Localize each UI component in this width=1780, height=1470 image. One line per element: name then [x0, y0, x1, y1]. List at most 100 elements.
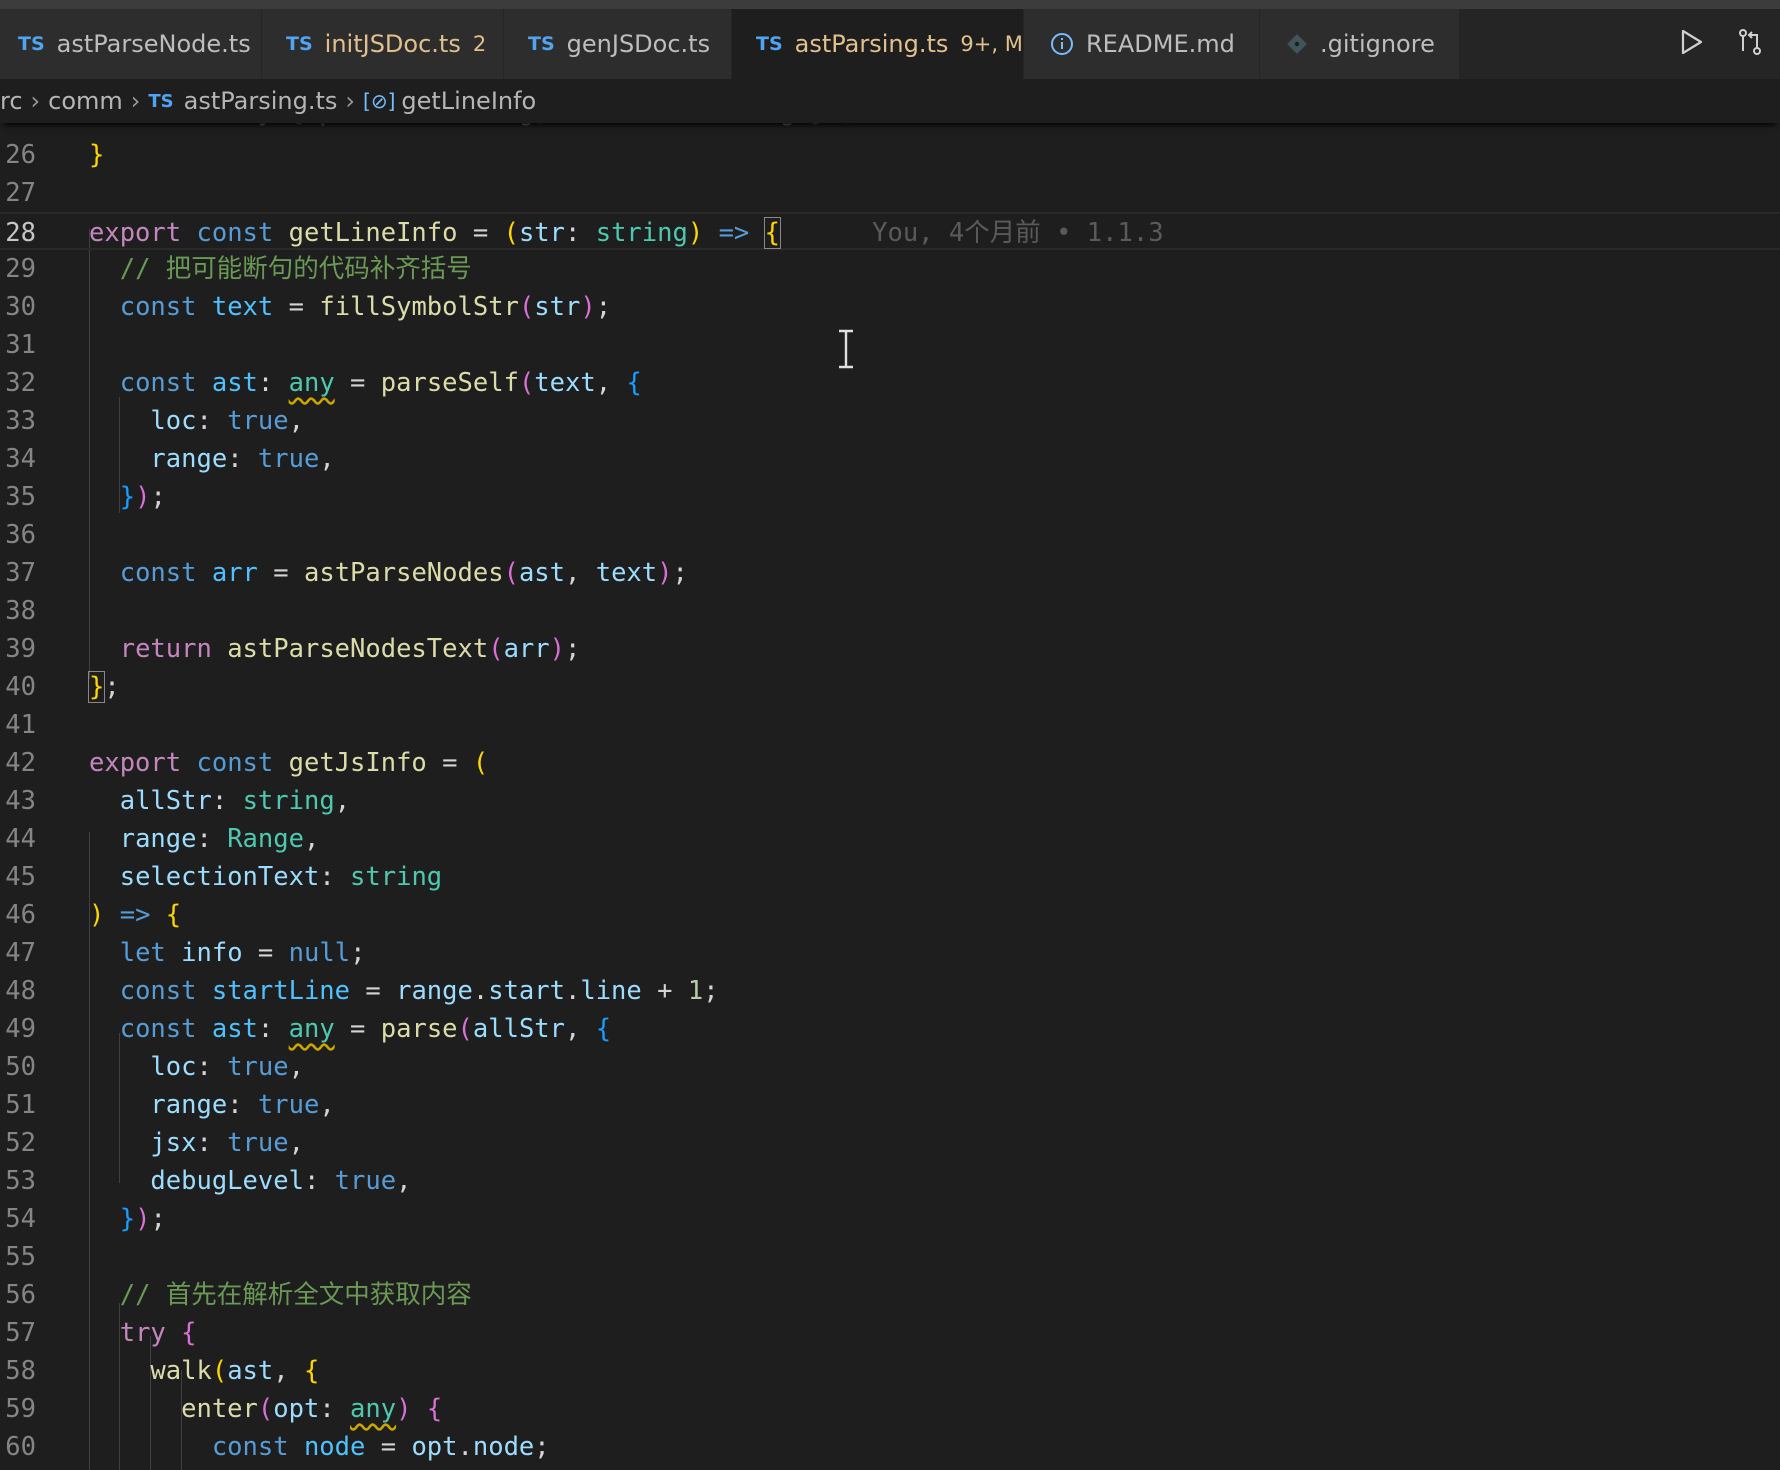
tab-genjsdoc[interactable]: TS genJSDoc.ts: [504, 9, 732, 79]
code-line: 46) => {: [0, 896, 1780, 934]
line-number: 35: [5, 482, 36, 512]
line-number: 30: [5, 292, 36, 322]
code-line: 38: [0, 592, 1780, 630]
code-line-current: 28 export const getLineInfo = (str: strin…: [0, 212, 1780, 250]
breadcrumb-folder-comm[interactable]: comm: [48, 87, 123, 115]
line-number: 34: [5, 444, 36, 474]
tab-astparsing[interactable]: TS astParsing.ts 9+, M ✕: [732, 9, 1064, 79]
line-number: 33: [5, 406, 36, 436]
code-line: 26}: [0, 136, 1780, 174]
chevron-right-icon: ›: [130, 87, 141, 115]
code-line: 39 return astParseNodesText(arr);: [0, 630, 1780, 668]
line-number: 29: [5, 254, 36, 284]
line-number: 32: [5, 368, 36, 398]
line-number: 45: [5, 862, 36, 892]
open-changes-icon[interactable]: [1735, 27, 1765, 61]
git-icon: [1286, 33, 1308, 55]
code-line: 33 loc: true,: [0, 402, 1780, 440]
chevron-right-icon: ›: [30, 87, 41, 115]
line-number: 44: [5, 824, 36, 854]
code-line: 42 export const getJsInfo = (: [0, 744, 1780, 782]
typescript-icon: TS: [286, 33, 313, 55]
line-number: 60: [5, 1432, 36, 1462]
code-editor[interactable]: 25 arr: Array<{ params: string; returns:…: [0, 113, 1780, 1470]
code-line: 59 enter(opt: any) {: [0, 1390, 1780, 1428]
breadcrumb: rc › comm › TS astParsing.ts › [⊘] getLi…: [0, 79, 1780, 123]
code-line: 50 loc: true,: [0, 1048, 1780, 1086]
code-line: 53 debugLevel: true,: [0, 1162, 1780, 1200]
tab-label: genJSDoc.ts: [566, 30, 711, 58]
line-number: 51: [5, 1090, 36, 1120]
typescript-icon: TS: [528, 33, 555, 55]
tab-label: astParseNode.ts: [56, 30, 251, 58]
breadcrumb-file[interactable]: astParsing.ts: [184, 87, 338, 115]
code-comment: // 把可能断句的代码补齐括号: [119, 254, 472, 284]
typescript-icon: TS: [18, 33, 45, 55]
code-line: 36: [0, 516, 1780, 554]
problem-count-badge: 2: [472, 32, 487, 56]
line-number: 28: [5, 218, 36, 248]
line-number: 31: [5, 330, 36, 360]
line-number: 55: [5, 1242, 36, 1272]
code-line: 48 const startLine = range.start.line + …: [0, 972, 1780, 1010]
modified-badge: 9+, M: [960, 32, 1023, 56]
code-line: 51 range: true,: [0, 1086, 1780, 1124]
code-line: 40};: [0, 668, 1780, 706]
code-line: 32 const ast: any = parseSelf(text, {: [0, 364, 1780, 402]
code-line: 29 // 把可能断句的代码补齐括号: [0, 250, 1780, 288]
code-line: 57 try {: [0, 1314, 1780, 1352]
line-number: 52: [5, 1128, 36, 1158]
line-number: 42: [5, 748, 36, 778]
line-number: 59: [5, 1394, 36, 1424]
breadcrumb-symbol[interactable]: getLineInfo: [401, 87, 536, 115]
tab-label: initJSDoc.ts: [324, 30, 461, 58]
code-line: 31: [0, 326, 1780, 364]
line-number: 38: [5, 596, 36, 626]
code-line: 35 });: [0, 478, 1780, 516]
code-line: 30 const text = fillSymbolStr(str);: [0, 288, 1780, 326]
tab-initjsdoc[interactable]: TS initJSDoc.ts 2: [262, 9, 504, 79]
code-line: 43 allStr: string,: [0, 782, 1780, 820]
line-number: 26: [5, 140, 36, 170]
line-number: 48: [5, 976, 36, 1006]
line-number: 50: [5, 1052, 36, 1082]
tab-label: .gitignore: [1320, 30, 1435, 58]
code-line: 41: [0, 706, 1780, 744]
line-number: 41: [5, 710, 36, 740]
line-number: 56: [5, 1280, 36, 1310]
code-comment: // 首先在解析全文中获取内容: [119, 1280, 472, 1310]
info-icon: [1050, 32, 1074, 56]
line-number: 58: [5, 1356, 36, 1386]
tab-readme[interactable]: README.md: [1024, 9, 1260, 79]
code-line: 54 });: [0, 1200, 1780, 1238]
code-line: 44 range: Range,: [0, 820, 1780, 858]
code-line: 27: [0, 174, 1780, 212]
code-line: 52 jsx: true,: [0, 1124, 1780, 1162]
line-number: 40: [5, 672, 36, 702]
line-number: 43: [5, 786, 36, 816]
typescript-icon: TS: [756, 33, 783, 55]
code-line: 37 const arr = astParseNodes(ast, text);: [0, 554, 1780, 592]
line-number: 47: [5, 938, 36, 968]
line-number: 39: [5, 634, 36, 664]
tab-label: README.md: [1086, 30, 1235, 58]
editor-actions: [1664, 9, 1780, 79]
code-line: 58 walk(ast, {: [0, 1352, 1780, 1390]
window-top-strip: [0, 0, 1780, 9]
line-number: 27: [5, 178, 36, 208]
line-number: 57: [5, 1318, 36, 1348]
tab-astparsenode[interactable]: TS astParseNode.ts: [0, 9, 262, 79]
chevron-right-icon: ›: [345, 87, 356, 115]
git-blame-annotation: You, 4个月前 • 1.1.3: [872, 218, 1164, 248]
code-line: 60 const node = opt.node;: [0, 1428, 1780, 1466]
code-line: 49 const ast: any = parse(allStr, {: [0, 1010, 1780, 1048]
tab-gitignore[interactable]: .gitignore: [1260, 9, 1460, 79]
code-line: 56 // 首先在解析全文中获取内容: [0, 1276, 1780, 1314]
symbol-variable-icon: [⊘]: [363, 89, 396, 113]
line-number: 36: [5, 520, 36, 550]
run-icon[interactable]: [1679, 28, 1705, 60]
breadcrumb-folder-src[interactable]: rc: [0, 87, 23, 115]
tab-label: astParsing.ts: [794, 30, 949, 58]
editor-tab-bar: TS astParseNode.ts TS initJSDoc.ts 2 TS …: [0, 9, 1780, 79]
code-line: 34 range: true,: [0, 440, 1780, 478]
